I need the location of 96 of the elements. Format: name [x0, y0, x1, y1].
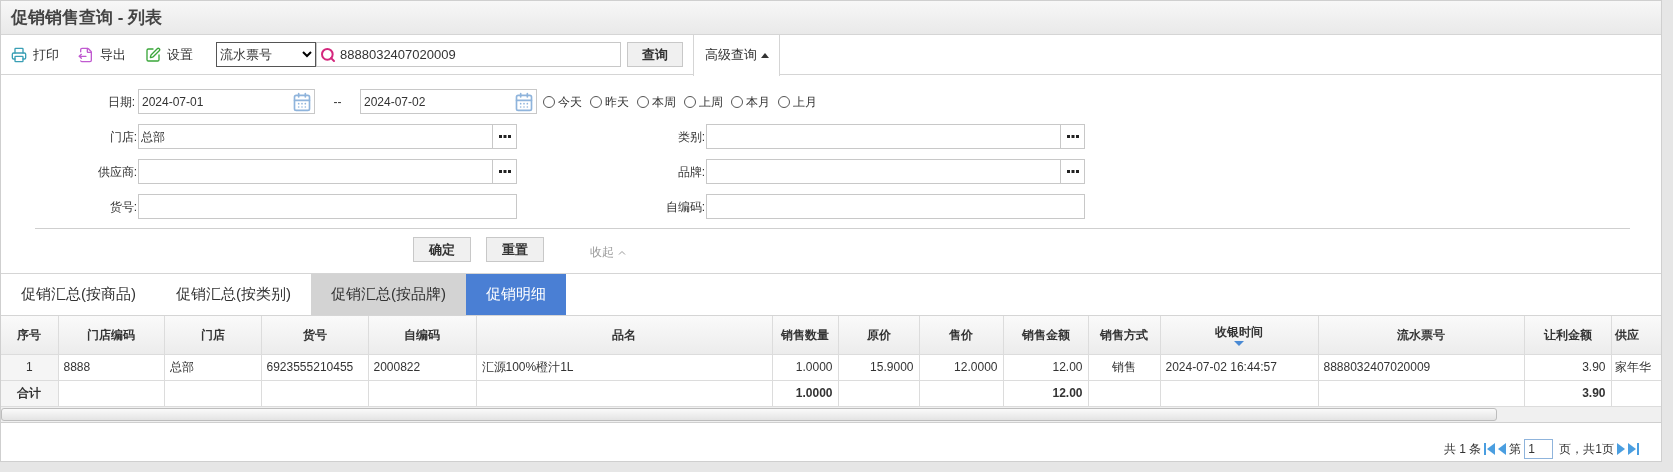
reset-button[interactable]: 重置 — [486, 237, 544, 262]
browse-button[interactable] — [493, 159, 517, 184]
total-cell — [1088, 380, 1160, 406]
column-header[interactable]: 销售方式 — [1088, 316, 1160, 354]
search-field[interactable]: 8888032407020009 — [316, 42, 621, 67]
more-icon — [498, 170, 511, 173]
input-field[interactable] — [706, 194, 1085, 219]
confirm-button[interactable]: 确定 — [413, 237, 471, 262]
page-title: 促销销售查询 - 列表 — [11, 6, 163, 29]
tab[interactable]: 促销汇总(按品牌) — [311, 274, 466, 315]
total-cell: 12.00 — [1003, 380, 1088, 406]
more-icon — [1066, 170, 1079, 173]
column-header[interactable]: 自编码 — [368, 316, 476, 354]
input-field[interactable]: 总部 — [138, 124, 493, 149]
date-range-radio[interactable]: 今天 — [543, 92, 582, 111]
column-header[interactable]: 门店 — [164, 316, 261, 354]
printer-icon — [11, 46, 27, 63]
calendar-icon[interactable] — [292, 91, 312, 112]
more-icon — [1066, 135, 1079, 138]
calendar-icon[interactable] — [514, 91, 534, 112]
input-field[interactable] — [706, 159, 1061, 184]
table-cell: 总部 — [164, 354, 261, 380]
query-button[interactable]: 查询 — [627, 42, 683, 67]
column-header[interactable]: 销售金额 — [1003, 316, 1088, 354]
export-icon — [78, 46, 94, 63]
column-header[interactable]: 售价 — [919, 316, 1003, 354]
browse-button[interactable] — [493, 124, 517, 149]
table-cell: 15.9000 — [838, 354, 919, 380]
column-header[interactable]: 序号 — [1, 316, 58, 354]
column-header[interactable]: 收银时间 — [1160, 316, 1318, 354]
date-range-radio[interactable]: 上周 — [684, 92, 723, 111]
field-label: 供应商: — [96, 163, 138, 181]
input-field[interactable] — [138, 194, 517, 219]
page-prefix: 第 — [1509, 440, 1522, 458]
total-cell: 3.90 — [1524, 380, 1611, 406]
date-field[interactable]: 2024-07-01 — [138, 89, 315, 114]
column-header[interactable]: 让利金额 — [1524, 316, 1611, 354]
table-cell: 3.90 — [1524, 354, 1611, 380]
previous-page-icon[interactable] — [1498, 442, 1507, 455]
advanced-query-tab[interactable]: 高级查询 — [693, 34, 780, 76]
search-type-select[interactable]: 流水票号 — [216, 42, 316, 67]
date-separator: -- — [332, 93, 343, 111]
table-cell: 12.00 — [1003, 354, 1088, 380]
total-label: 合计 — [1, 380, 58, 406]
date-range-radio[interactable]: 本月 — [731, 92, 770, 111]
input-field[interactable] — [138, 159, 493, 184]
toolbar-button[interactable]: 设置 — [145, 44, 193, 65]
more-icon — [498, 135, 511, 138]
column-header[interactable]: 门店编码 — [58, 316, 164, 354]
toolbar-button[interactable]: 导出 — [78, 44, 126, 65]
first-page-icon[interactable] — [1484, 442, 1496, 455]
table-cell: 8888032407020009 — [1318, 354, 1524, 380]
last-page-icon[interactable] — [1628, 442, 1639, 455]
page-suffix: 页，共1页 — [1559, 440, 1614, 458]
search-icon — [320, 46, 336, 63]
date-field[interactable]: 2024-07-02 — [360, 89, 537, 114]
column-header[interactable]: 货号 — [261, 316, 368, 354]
field-label: 门店: — [108, 128, 138, 146]
column-header[interactable]: 销售数量 — [772, 316, 838, 354]
sort-desc-icon — [1234, 341, 1244, 347]
chevron-up-icon — [618, 249, 626, 255]
field-label: 类别: — [676, 128, 706, 146]
field-label: 品牌: — [676, 163, 706, 181]
scrollbar-thumb[interactable] — [1, 407, 1497, 421]
table-cell: 家年华 — [1611, 354, 1661, 380]
date-range-radio[interactable]: 昨天 — [590, 92, 629, 111]
date-range-radio[interactable]: 本周 — [637, 92, 676, 111]
row-number: 1 — [1, 354, 58, 380]
column-header[interactable]: 供应 — [1611, 316, 1661, 354]
field-label: 货号: — [108, 198, 138, 216]
table-cell: 12.0000 — [919, 354, 1003, 380]
table-cell: 2000822 — [368, 354, 476, 380]
table-cell: 销售 — [1088, 354, 1160, 380]
browse-button[interactable] — [1061, 124, 1085, 149]
column-header[interactable]: 原价 — [838, 316, 919, 354]
field-label: 自编码: — [664, 198, 706, 216]
settings-icon — [145, 46, 161, 63]
caret-up-icon — [760, 52, 769, 58]
table-cell: 汇源100%橙汁1L — [476, 354, 772, 380]
page-number-field[interactable]: 1 — [1524, 438, 1554, 459]
table-cell: 1.0000 — [772, 354, 838, 380]
table-cell: 8888 — [58, 354, 164, 380]
column-header[interactable]: 流水票号 — [1318, 316, 1524, 354]
browse-button[interactable] — [1061, 159, 1085, 184]
total-cell: 1.0000 — [772, 380, 838, 406]
input-field[interactable] — [706, 124, 1061, 149]
table-cell: 2024-07-02 16:44:57 — [1160, 354, 1318, 380]
field-label: 日期: — [106, 93, 136, 111]
next-page-icon[interactable] — [1617, 442, 1625, 455]
table-cell: 6923555210455 — [261, 354, 368, 380]
tab[interactable]: 促销明细 — [466, 274, 566, 315]
toolbar-button[interactable]: 打印 — [11, 44, 59, 65]
column-header[interactable]: 品名 — [476, 316, 772, 354]
date-range-radio[interactable]: 上月 — [778, 92, 817, 111]
chevron-down-icon — [302, 51, 312, 58]
record-count: 共 1 条 — [1443, 440, 1482, 458]
